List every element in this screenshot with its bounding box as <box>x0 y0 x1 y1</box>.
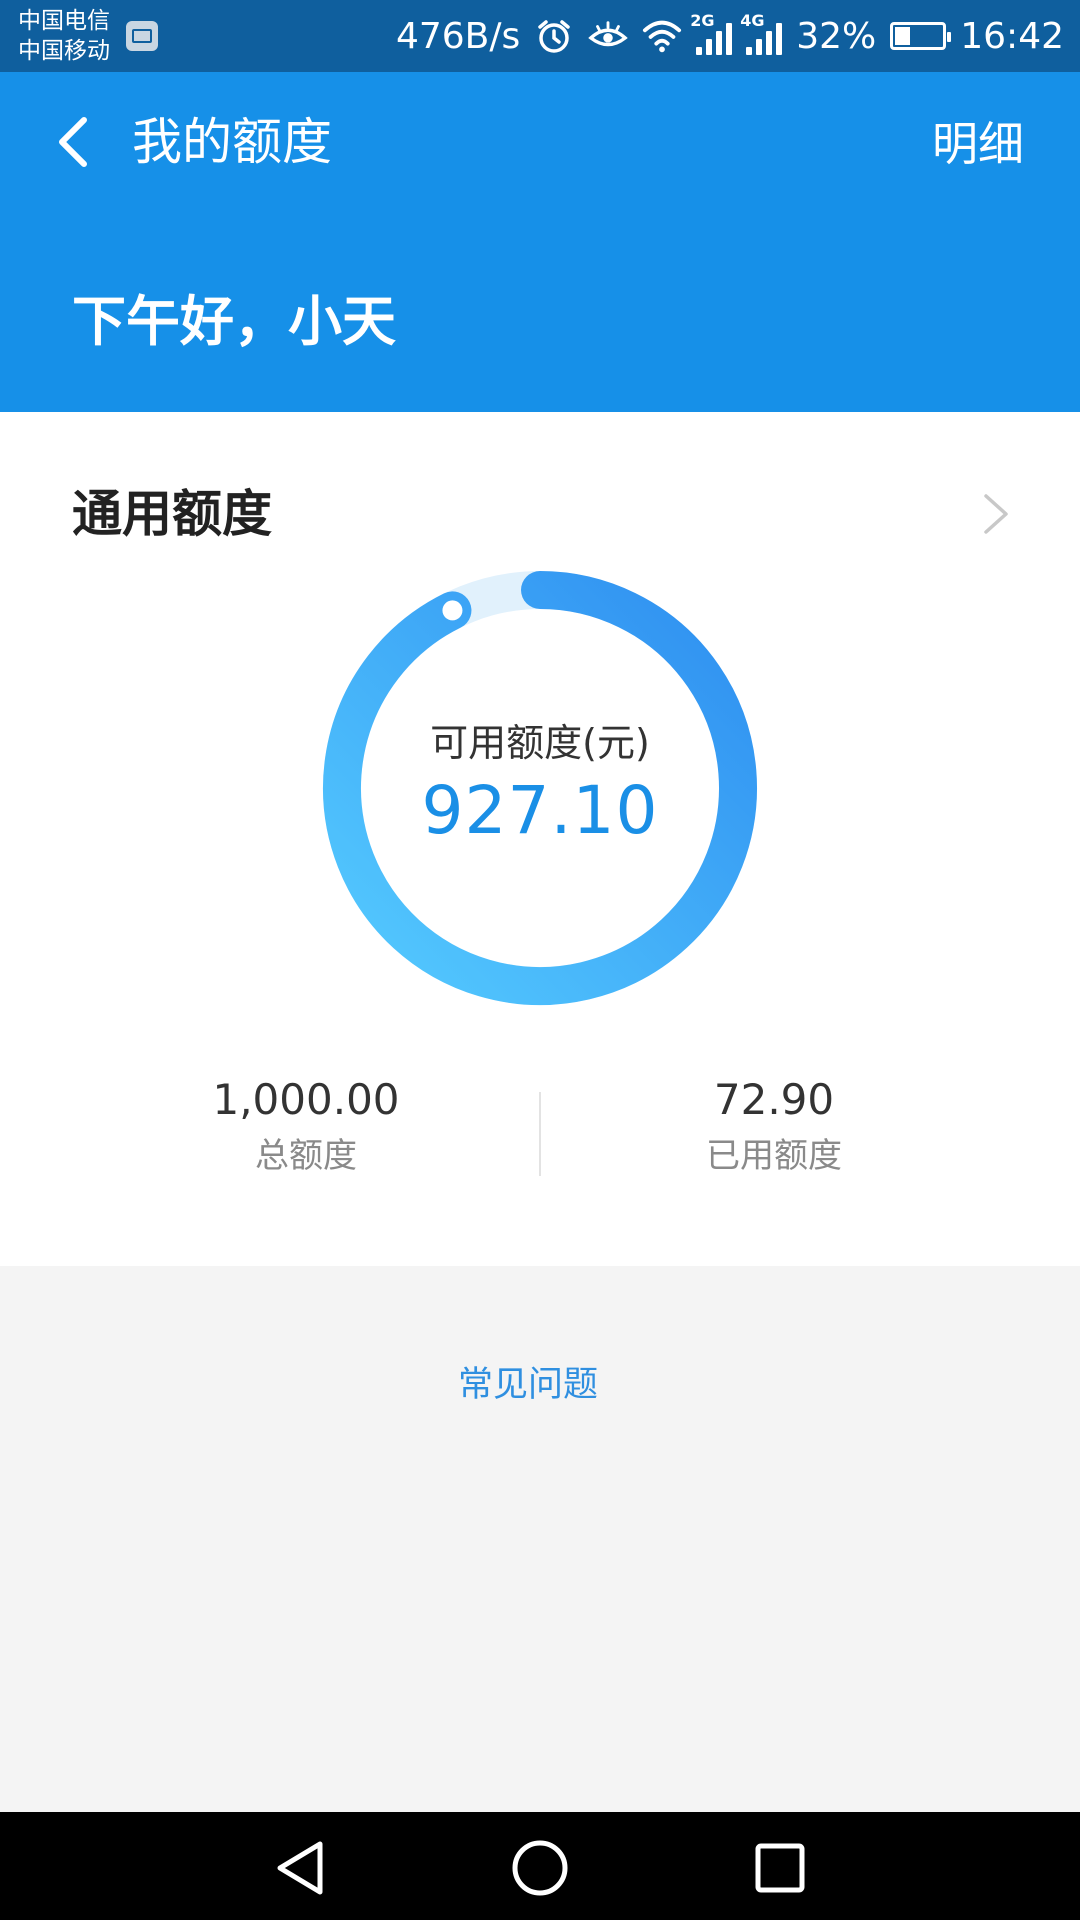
signal-2g-icon: 2G <box>690 11 733 55</box>
app-header: 我的额度 明细 下午好，小天 <box>0 72 1080 412</box>
battery-icon <box>890 22 952 50</box>
carrier-2: 中国移动 <box>18 38 110 64</box>
eye-comfort-icon <box>588 16 628 56</box>
back-arrow-icon <box>59 117 87 167</box>
back-button[interactable] <box>42 112 102 172</box>
carrier-info: 中国电信 中国移动 <box>18 6 110 66</box>
circle-home-icon <box>512 1840 568 1896</box>
image-notification-icon <box>126 21 158 51</box>
network-speed: 476B/s <box>395 15 521 57</box>
battery-percent: 32% <box>796 15 877 57</box>
wifi-icon <box>642 16 682 56</box>
nav-home-button[interactable] <box>508 1836 572 1900</box>
triangle-back-icon <box>277 1841 323 1895</box>
carrier-1: 中国电信 <box>18 8 110 34</box>
available-label: 可用额度(元) <box>430 721 650 765</box>
card-title: 通用额度 <box>72 485 272 543</box>
used-credit-stat: 72.90 已用额度 <box>504 1072 1044 1180</box>
total-credit-stat: 1,000.00 总额度 <box>36 1072 576 1180</box>
faq-link[interactable]: 常见问题 <box>0 1360 1056 1410</box>
detail-button[interactable]: 明细 <box>932 112 1024 176</box>
clock: 16:42 <box>960 15 1064 57</box>
page-title: 我的额度 <box>132 113 332 171</box>
signal-4g-icon: 4G <box>740 11 783 55</box>
square-recents-icon <box>755 1843 805 1893</box>
signal-4g-label: 4G <box>740 11 765 30</box>
nav-recents-button[interactable] <box>748 1836 812 1900</box>
signal-2g-label: 2G <box>690 11 715 30</box>
system-nav-bar <box>0 1812 1080 1920</box>
chevron-right-icon[interactable] <box>976 492 1016 536</box>
status-bar: 中国电信 中国移动 476B/s 2G 4G 32% 16:42 <box>0 0 1080 72</box>
credit-card-panel[interactable]: 通用额度 可用额度(元) 927.10 1,000.00 总额度 72.90 已… <box>0 412 1080 1266</box>
used-credit-label: 已用额度 <box>706 1136 842 1176</box>
used-credit-value: 72.90 <box>713 1075 835 1124</box>
alarm-icon <box>534 16 574 56</box>
ring-end-dot <box>442 600 463 621</box>
available-amount: 927.10 <box>421 772 659 849</box>
nav-back-button[interactable] <box>268 1836 332 1900</box>
total-credit-label: 总额度 <box>255 1136 357 1176</box>
total-credit-value: 1,000.00 <box>212 1075 400 1124</box>
greeting-text: 下午好，小天 <box>72 290 396 353</box>
